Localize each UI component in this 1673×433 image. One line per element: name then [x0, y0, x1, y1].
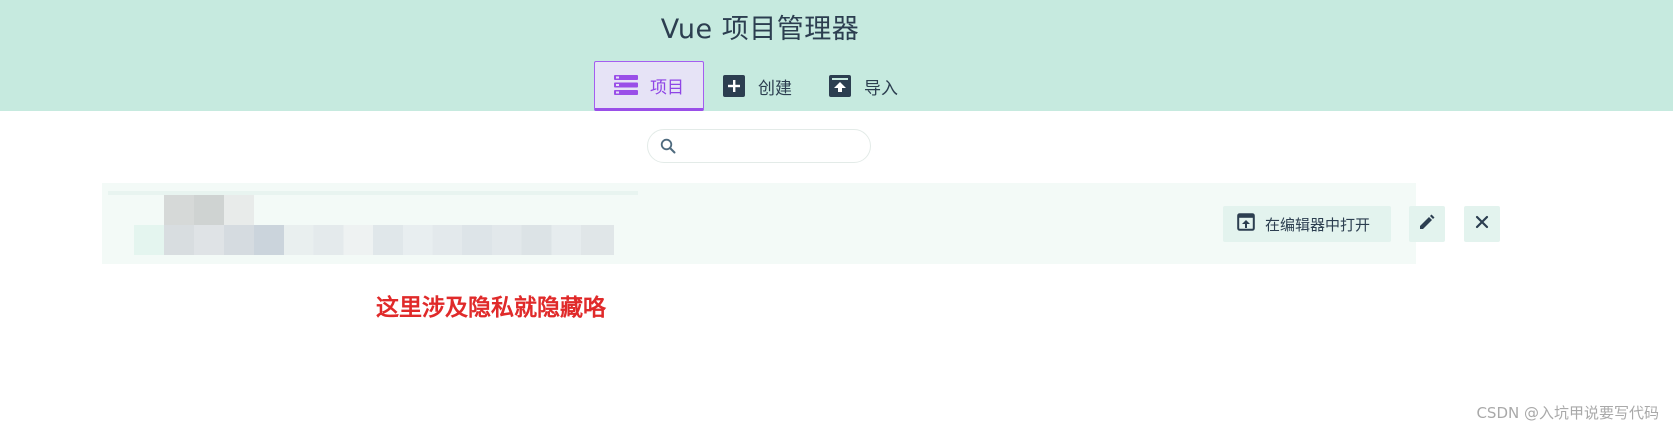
pixel-block	[224, 195, 254, 225]
pixel-block	[134, 225, 164, 255]
watermark: CSDN @入坑甲说要写代码	[1476, 404, 1659, 422]
pixel-block	[164, 195, 194, 225]
main-tabs: 项目 创建 导入	[594, 61, 916, 111]
project-search	[647, 129, 871, 163]
unarchive-icon	[828, 75, 852, 97]
search-input[interactable]	[686, 135, 866, 159]
tab-create[interactable]: 创建	[704, 61, 810, 111]
edit-project-button[interactable]	[1409, 206, 1445, 242]
tab-import[interactable]: 导入	[810, 61, 916, 111]
privacy-annotation: 这里涉及隐私就隐藏咯	[376, 295, 606, 321]
open-in-browser-icon	[1237, 213, 1255, 235]
vue-project-manager-page: Vue 项目管理器 项目 创建 导入 在编辑器中打开 这里涉及隐私就隐藏咯 CS…	[0, 0, 1673, 433]
pencil-icon	[1418, 213, 1436, 235]
tab-label: 创建	[758, 78, 792, 99]
remove-project-button[interactable]	[1464, 206, 1500, 242]
close-icon	[1474, 214, 1490, 234]
list-icon	[614, 74, 638, 96]
tab-projects[interactable]: 项目	[594, 61, 704, 111]
pixel-block	[284, 225, 614, 255]
app-header: Vue 项目管理器 项目 创建 导入	[0, 0, 1673, 111]
pixel-block	[194, 195, 224, 225]
pixel-block	[164, 225, 284, 255]
project-row[interactable]: 在编辑器中打开	[102, 183, 1500, 272]
add-box-icon	[722, 75, 746, 97]
tab-label: 导入	[864, 78, 898, 99]
redacted-project-info	[108, 187, 638, 272]
search-icon	[660, 138, 676, 158]
app-title: Vue 项目管理器	[660, 14, 860, 45]
open-in-editor-button[interactable]: 在编辑器中打开	[1223, 206, 1391, 242]
open-in-editor-label: 在编辑器中打开	[1265, 215, 1371, 234]
tab-label: 项目	[650, 77, 684, 98]
